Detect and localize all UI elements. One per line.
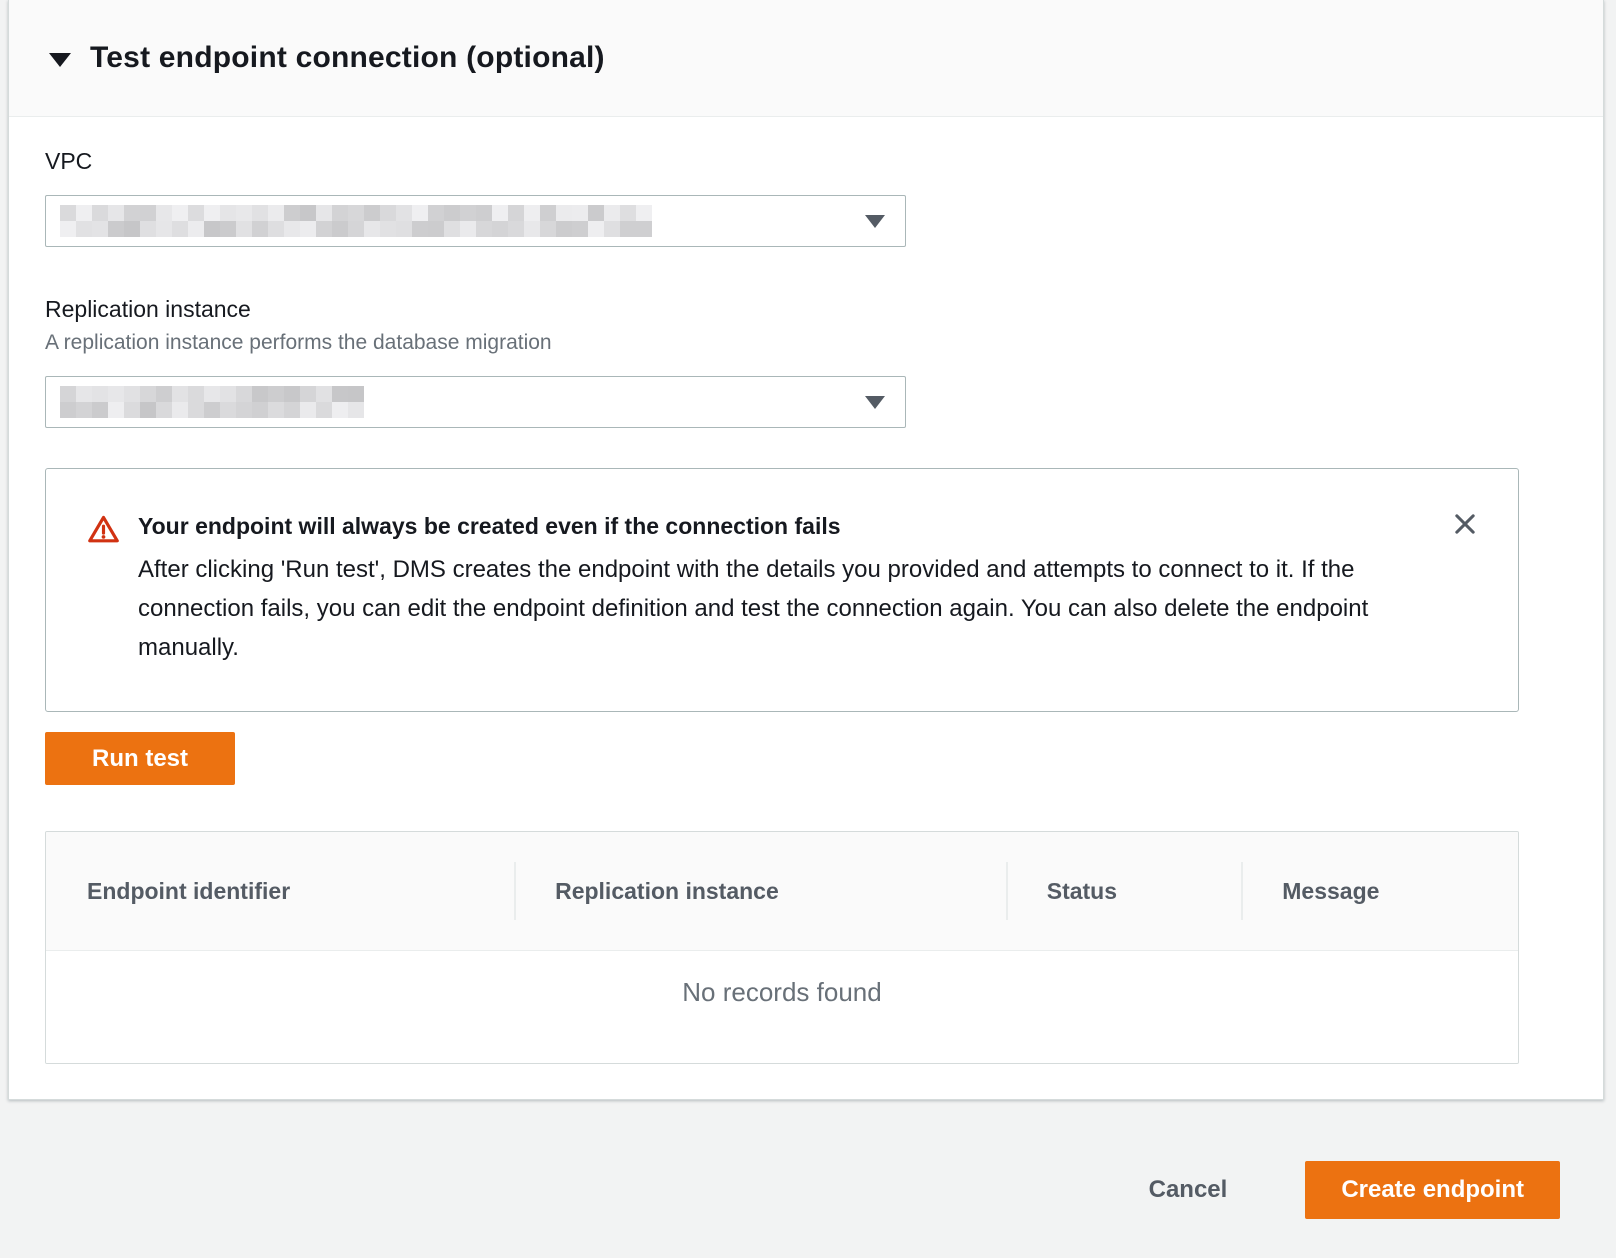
warning-alert: Your endpoint will always be created eve… (45, 468, 1519, 712)
replication-instance-field-group: Replication instance A replication insta… (45, 295, 1519, 428)
alert-title: Your endpoint will always be created eve… (138, 511, 1433, 541)
replication-instance-description: A replication instance performs the data… (45, 330, 1519, 356)
replication-instance-redacted-value (60, 386, 364, 418)
vpc-label: VPC (45, 147, 1519, 175)
form-footer: Cancel Create endpoint (0, 1100, 1616, 1258)
section-content: VPC Replication instance A replication i… (9, 117, 1603, 1064)
column-header-endpoint-identifier: Endpoint identifier (46, 832, 514, 950)
connection-results-table: Endpoint identifier Replication instance… (45, 831, 1519, 1064)
alert-texts: Your endpoint will always be created eve… (138, 511, 1433, 667)
replication-instance-select[interactable] (45, 376, 906, 428)
section-title: Test endpoint connection (optional) (90, 41, 605, 75)
section-header[interactable]: Test endpoint connection (optional) (9, 0, 1603, 117)
caret-down-icon (865, 396, 885, 409)
table-header-row: Endpoint identifier Replication instance… (46, 832, 1518, 951)
caret-down-icon[interactable] (49, 53, 71, 67)
vpc-redacted-value (60, 205, 652, 237)
column-header-replication-instance: Replication instance (514, 832, 1006, 950)
table-empty-state: No records found (46, 951, 1518, 1063)
column-header-status: Status (1006, 832, 1242, 950)
column-header-message: Message (1241, 832, 1518, 950)
empty-state-text: No records found (682, 977, 881, 1007)
caret-down-icon (865, 215, 885, 228)
create-endpoint-button[interactable]: Create endpoint (1305, 1161, 1560, 1219)
alert-body: After clicking 'Run test', DMS creates t… (138, 550, 1433, 667)
warning-triangle-icon (87, 513, 120, 551)
test-endpoint-connection-panel: Test endpoint connection (optional) VPC … (8, 0, 1604, 1100)
vpc-field-group: VPC (45, 147, 1519, 247)
close-icon[interactable] (1448, 507, 1482, 541)
cancel-button[interactable]: Cancel (1123, 1166, 1254, 1214)
vpc-select[interactable] (45, 195, 906, 247)
run-test-button[interactable]: Run test (45, 732, 235, 785)
replication-instance-label: Replication instance (45, 295, 1519, 323)
